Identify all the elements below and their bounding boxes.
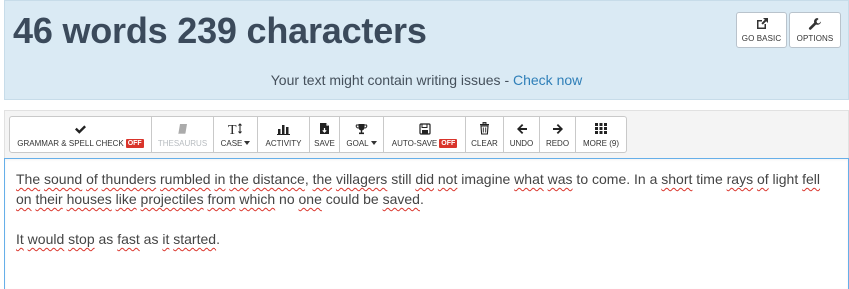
trash-icon (479, 122, 490, 136)
grid-icon (595, 122, 607, 136)
flagged-word[interactable]: did (415, 171, 434, 187)
svg-text:T: T (228, 123, 237, 136)
thesaurus-button[interactable]: THESAURUS (151, 116, 214, 153)
flagged-word[interactable]: villagers (336, 171, 387, 187)
text-case-icon: T (228, 122, 244, 136)
flagged-word[interactable]: projectiles (141, 191, 204, 207)
editor-content[interactable]: The sound of thunders rumbled in the dis… (16, 169, 836, 269)
flagged-word[interactable]: one (299, 191, 322, 207)
flagged-word[interactable]: not (438, 171, 457, 187)
flagged-word[interactable]: short (661, 171, 692, 187)
auto-save-label: AUTO-SAVE (391, 138, 438, 148)
flagged-word[interactable]: their (35, 191, 62, 207)
arrow-left-icon (516, 122, 528, 136)
text-editor[interactable]: The sound of thunders rumbled in the dis… (4, 158, 849, 289)
flagged-word[interactable]: houses (67, 191, 112, 207)
flagged-word[interactable]: rumbled (160, 171, 211, 187)
grammar-spell-check-button[interactable]: GRAMMAR & SPELL CHECK OFF (9, 116, 152, 153)
editor-text-run: as (94, 231, 118, 247)
flagged-word[interactable]: fell (802, 171, 820, 187)
editor-text-run: as (139, 231, 163, 247)
clear-button[interactable]: CLEAR (465, 116, 504, 153)
auto-save-button[interactable]: AUTO-SAVE OFF (383, 116, 466, 153)
flagged-word[interactable]: of (757, 171, 769, 187)
flagged-word[interactable]: distance (253, 171, 305, 187)
editor-text-run: light (768, 171, 803, 187)
flagged-word[interactable]: of (86, 171, 98, 187)
flagged-word[interactable]: which (239, 191, 275, 207)
editor-text-run: no (275, 191, 299, 207)
trophy-icon (355, 122, 368, 136)
flagged-word[interactable]: the (229, 171, 248, 187)
floppy-disk-icon (418, 122, 431, 136)
go-basic-button[interactable]: GO BASIC (736, 12, 787, 48)
editor-text-run: . (216, 231, 220, 247)
case-caret-icon (244, 141, 251, 145)
activity-button[interactable]: ACTIVITY (257, 116, 310, 153)
clear-label: CLEAR (471, 138, 498, 148)
book-icon (177, 122, 189, 136)
bar-chart-icon (277, 122, 290, 136)
notice-text: Your text might contain writing issues - (270, 72, 513, 88)
flagged-word[interactable]: The (16, 171, 40, 187)
grammar-off-badge: OFF (125, 138, 144, 148)
options-label: OPTIONS (796, 34, 834, 43)
flagged-word[interactable]: stop (68, 231, 94, 247)
editor-text-run: time (692, 171, 727, 187)
flagged-word[interactable]: like (116, 191, 137, 207)
flagged-word[interactable]: sound (44, 171, 82, 187)
editor-text-run: could be (321, 191, 383, 207)
flagged-word[interactable]: It (16, 231, 24, 247)
flagged-word[interactable]: from (207, 191, 235, 207)
go-basic-label: GO BASIC (741, 34, 782, 43)
undo-label: UNDO (509, 138, 534, 148)
more-button[interactable]: MORE (9) (575, 116, 627, 153)
options-button[interactable]: OPTIONS (789, 12, 841, 48)
case-button[interactable]: T CASE (213, 116, 258, 153)
flagged-word[interactable]: saved (383, 191, 420, 207)
more-label: MORE (9) (583, 138, 619, 148)
goal-button[interactable]: GOAL (339, 116, 384, 153)
external-link-icon (755, 17, 769, 31)
redo-button[interactable]: REDO (539, 116, 576, 153)
check-now-link[interactable]: Check now (513, 72, 582, 88)
wrench-icon (808, 17, 822, 31)
case-label: CASE (220, 138, 243, 148)
word-character-counter: 46 words 239 characters (13, 10, 427, 51)
flagged-word[interactable]: would (28, 231, 65, 247)
save-label: SAVE (314, 138, 335, 148)
redo-label: REDO (545, 138, 570, 148)
flagged-word[interactable]: fast (117, 231, 140, 247)
thesaurus-label: THESAURUS (157, 138, 208, 148)
flagged-word[interactable]: on (16, 191, 32, 207)
save-button[interactable]: SAVE (309, 116, 340, 153)
editor-text-run: , (304, 171, 313, 187)
editor-text-run: imagine (457, 171, 515, 187)
flagged-word[interactable]: the (313, 171, 332, 187)
editor-paragraph: It would stop as fast as it started. (16, 229, 836, 249)
arrow-right-icon (552, 122, 564, 136)
auto-save-off-badge: OFF (439, 138, 458, 148)
stats-header: 46 words 239 characters GO BASIC OPTIONS… (4, 0, 849, 100)
flagged-word[interactable]: what (514, 171, 544, 187)
writing-issues-notice: Your text might contain writing issues -… (5, 72, 848, 88)
editor-paragraph: The sound of thunders rumbled in the dis… (16, 169, 836, 209)
goal-caret-icon (370, 141, 377, 145)
goal-label: GOAL (346, 138, 369, 148)
check-icon (74, 122, 87, 136)
flagged-word[interactable]: thunders (102, 171, 156, 187)
flagged-word[interactable]: rays (727, 171, 753, 187)
save-file-icon (319, 122, 331, 136)
activity-label: ACTIVITY (265, 138, 302, 148)
editor-text-run: still (387, 171, 416, 187)
flagged-word[interactable]: started (173, 231, 216, 247)
undo-button[interactable]: UNDO (503, 116, 540, 153)
flagged-word[interactable]: in (215, 171, 226, 187)
editor-text-run: . (419, 191, 424, 207)
grammar-label: GRAMMAR & SPELL CHECK (17, 138, 124, 148)
editor-text-run: to come. In a (572, 171, 662, 187)
editor-toolbar: GRAMMAR & SPELL CHECK OFF THESAURUS T CAS… (4, 110, 849, 158)
flagged-word[interactable]: was (548, 171, 573, 187)
